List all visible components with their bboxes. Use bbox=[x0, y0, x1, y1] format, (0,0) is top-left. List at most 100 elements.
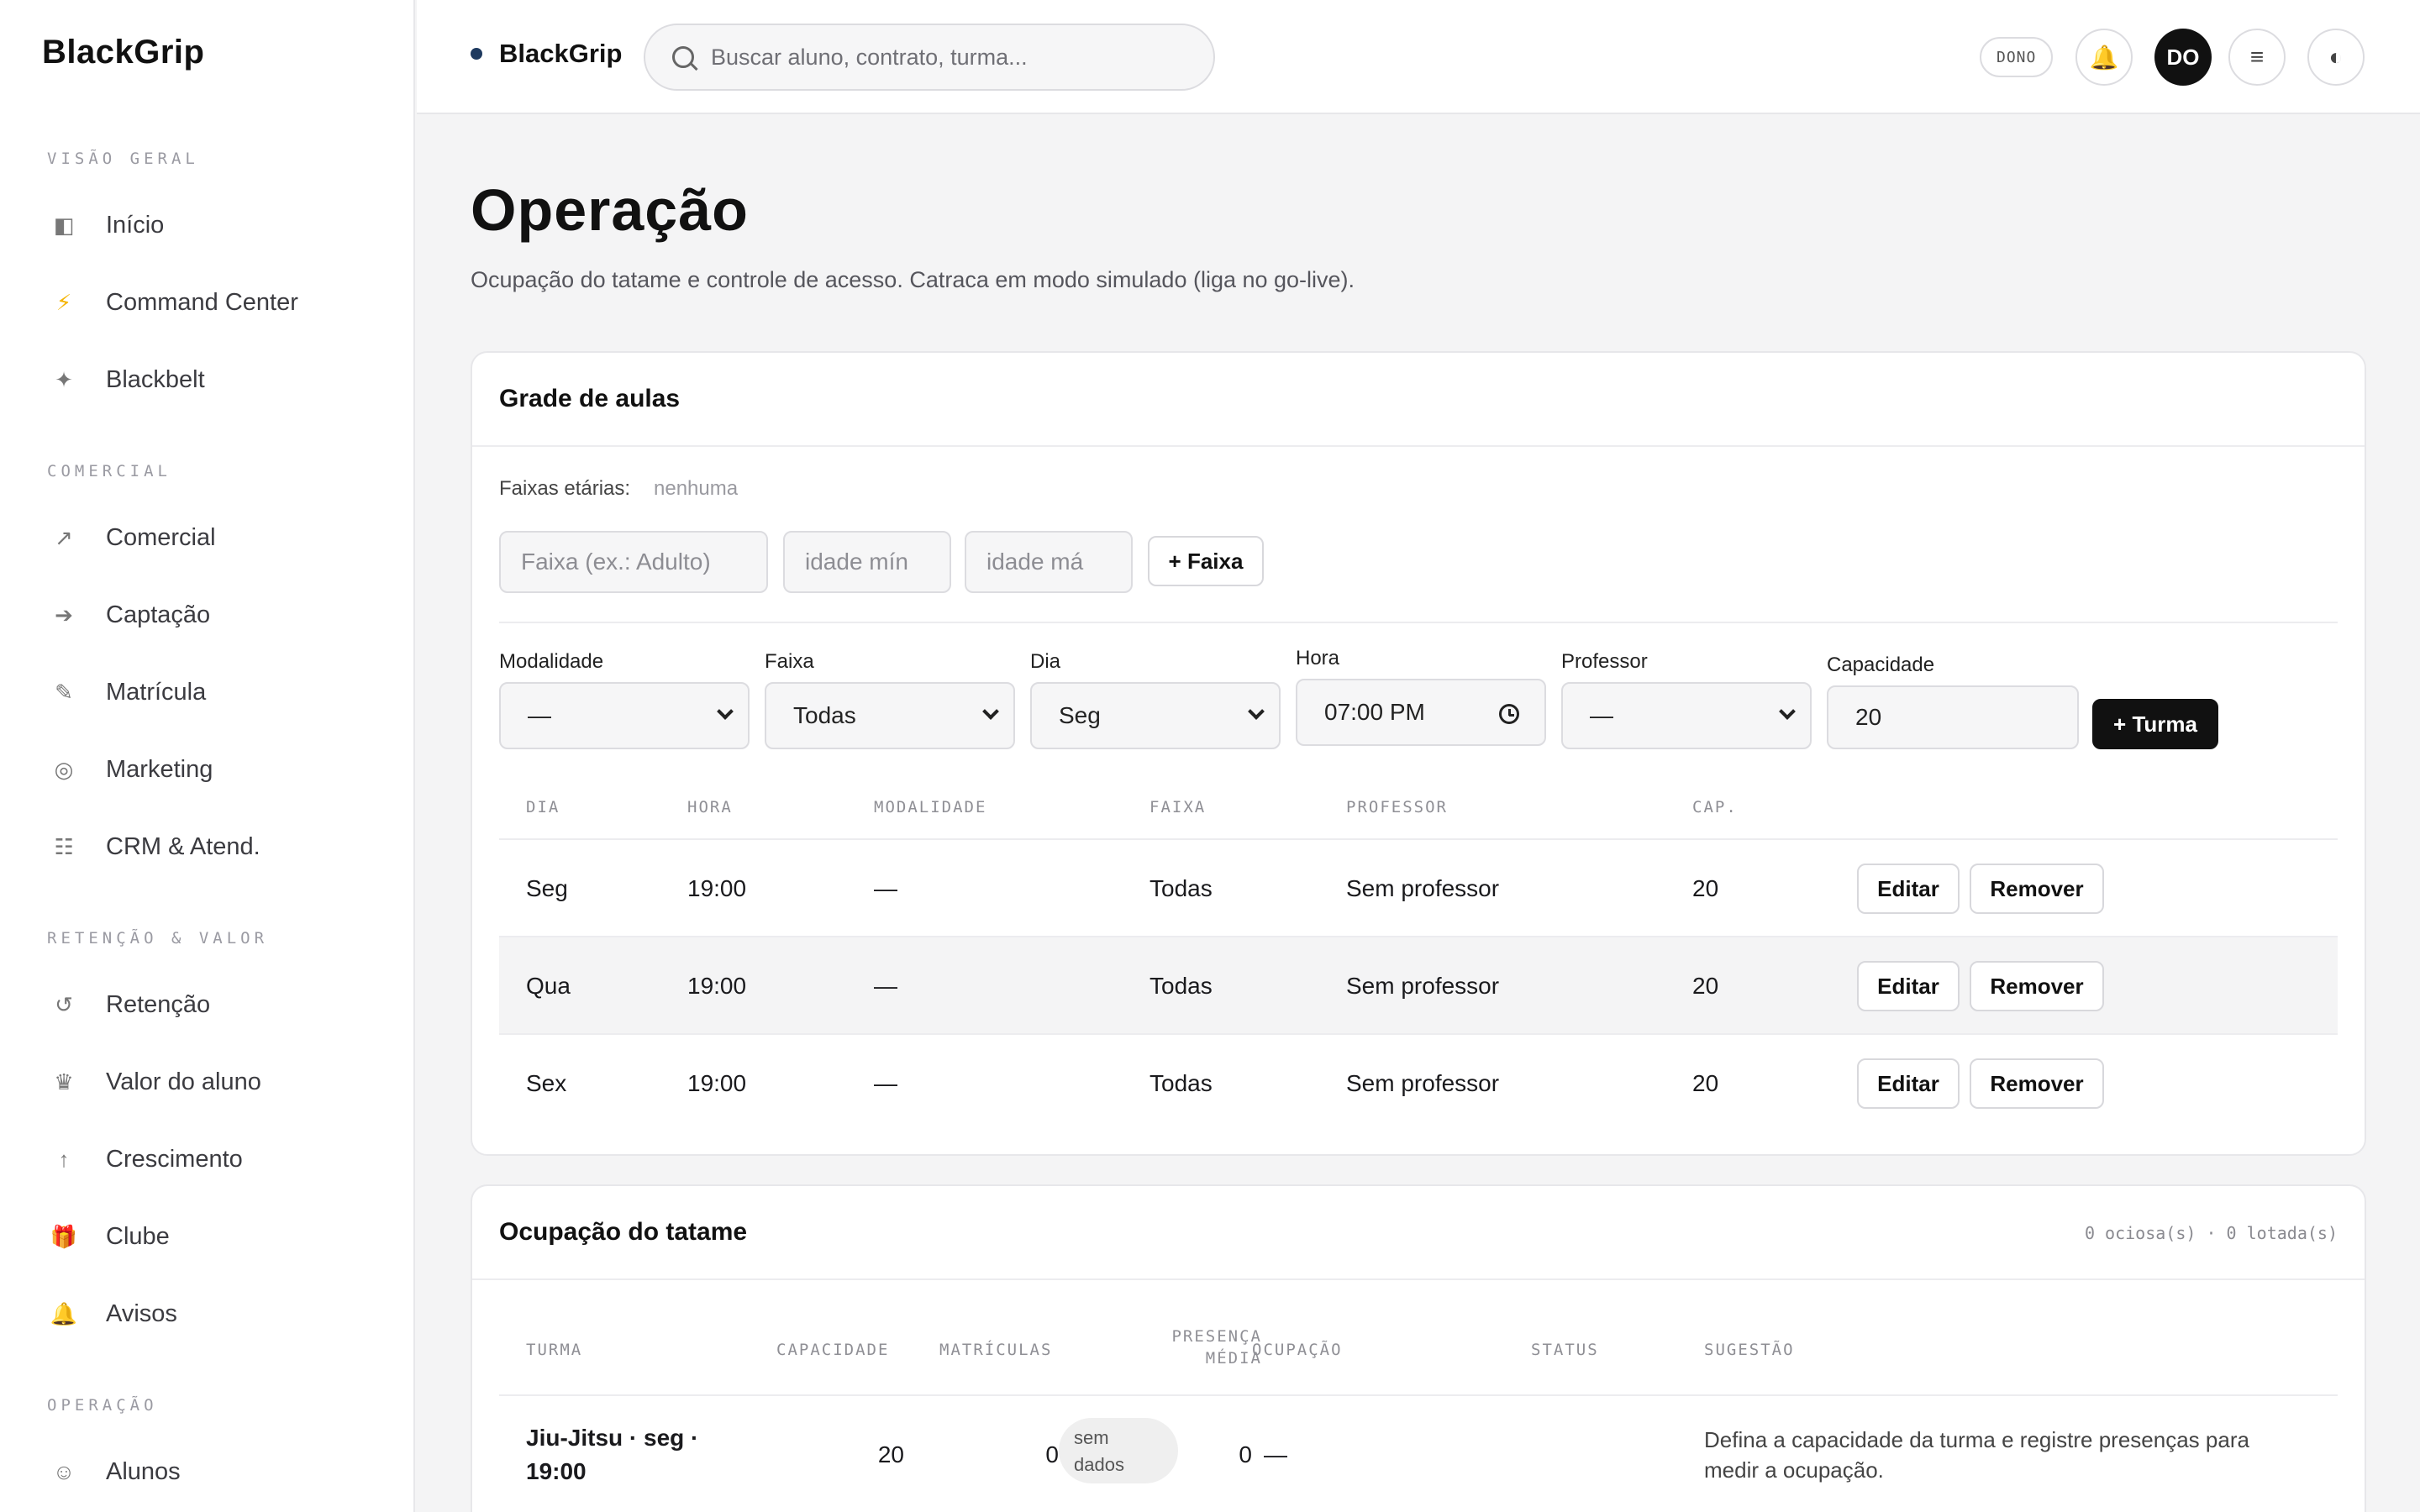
pencil-icon: ✎ bbox=[55, 679, 73, 705]
section-label-visao-geral: VISÃO GERAL bbox=[47, 150, 199, 168]
sidebar-item-inicio[interactable]: ◧ Início bbox=[47, 200, 400, 250]
cell-professor: Sem professor bbox=[1346, 875, 1500, 901]
sidebar-item-label: Início bbox=[106, 211, 165, 239]
modalidade-value: — bbox=[528, 702, 551, 728]
cell-hora: 19:00 bbox=[687, 875, 747, 901]
column-header-matriculas: MATRÍCULAS bbox=[939, 1341, 1053, 1359]
dia-value: Seg bbox=[1059, 702, 1101, 728]
hora-input[interactable]: 07:00 PM bbox=[1296, 679, 1546, 746]
dashboard-icon: ◧ bbox=[53, 212, 75, 238]
table-row: Qua 19:00 — Todas Sem professor 20 Edita… bbox=[499, 936, 2338, 1033]
faixa-name-input[interactable] bbox=[499, 531, 768, 593]
modalidade-select[interactable]: — bbox=[499, 682, 750, 749]
remove-button[interactable]: Remover bbox=[1970, 864, 2104, 914]
sidebar-item-valor-do-aluno[interactable]: ♛ Valor do aluno bbox=[47, 1057, 400, 1107]
column-header-dia: DIA bbox=[526, 798, 560, 816]
sidebar-item-command-center[interactable]: ⚡ Command Center bbox=[47, 277, 400, 328]
clock-icon[interactable] bbox=[1499, 704, 1519, 724]
cell-hora: 19:00 bbox=[687, 1070, 747, 1096]
column-header-presenca-line: MÉDIA bbox=[1205, 1349, 1262, 1368]
sidebar-item-label: Crescimento bbox=[106, 1145, 243, 1173]
sidebar-item-label: Command Center bbox=[106, 288, 298, 316]
section-label-operacao: OPERAÇÃO bbox=[47, 1396, 158, 1415]
chevron-down-icon bbox=[1779, 703, 1796, 720]
table-row: Jiu-Jitsu · seg · 19:00 20 0 0 — Defina a… bbox=[499, 1394, 2338, 1512]
status-badge-line: dados bbox=[1074, 1454, 1124, 1475]
cell-sugestao-line: medir a ocupação. bbox=[1704, 1457, 1884, 1483]
sidebar-item-comercial[interactable]: ↗ Comercial bbox=[47, 512, 400, 563]
gift-icon: 🎁 bbox=[50, 1223, 78, 1249]
column-header-presenca-line: PRESENÇA bbox=[1171, 1327, 1262, 1346]
remove-button[interactable]: Remover bbox=[1970, 961, 2104, 1011]
search-input[interactable] bbox=[711, 44, 1181, 71]
edit-button[interactable]: Editar bbox=[1857, 961, 1960, 1011]
dia-select[interactable]: Seg bbox=[1030, 682, 1281, 749]
menu-button[interactable]: ≡ bbox=[2228, 29, 2286, 86]
sidebar-item-retencao[interactable]: ↺ Retenção bbox=[47, 979, 400, 1030]
smile-icon: ☺ bbox=[52, 1458, 76, 1484]
remove-button[interactable]: Remover bbox=[1970, 1058, 2104, 1109]
sidebar-item-crm[interactable]: ☷ CRM & Atend. bbox=[47, 822, 400, 872]
avatar[interactable]: DO bbox=[2154, 29, 2212, 86]
sidebar-brand[interactable]: BlackGrip bbox=[42, 34, 204, 71]
search-box[interactable] bbox=[644, 24, 1215, 91]
edit-button[interactable]: Editar bbox=[1857, 1058, 1960, 1109]
sidebar-item-label: CRM & Atend. bbox=[106, 832, 260, 860]
sidebar-item-captacao[interactable]: ➔ Captação bbox=[47, 590, 400, 640]
sidebar-item-clube[interactable]: 🎁 Clube bbox=[47, 1211, 400, 1262]
column-header-faixa: FAIXA bbox=[1150, 798, 1207, 816]
faixa-select[interactable]: Todas bbox=[765, 682, 1015, 749]
cell-dia: Sex bbox=[526, 1070, 567, 1096]
sidebar-item-alunos[interactable]: ☺ Alunos bbox=[47, 1446, 400, 1497]
add-turma-button[interactable]: + Turma bbox=[2092, 699, 2218, 749]
search-icon bbox=[672, 46, 694, 68]
cell-sugestao-line: Defina a capacidade da turma e registre … bbox=[1704, 1427, 2249, 1452]
divider bbox=[499, 622, 2338, 623]
idade-min-input[interactable] bbox=[783, 531, 951, 593]
column-header-cap: CAP. bbox=[1692, 798, 1738, 816]
trend-icon: ↗ bbox=[55, 524, 73, 550]
cell-faixa: Todas bbox=[1150, 1070, 1213, 1096]
card-title: Grade de aulas bbox=[472, 353, 2365, 447]
refresh-icon: ↺ bbox=[55, 991, 73, 1017]
cell-dia: Seg bbox=[526, 875, 568, 901]
faixa-value: Todas bbox=[793, 702, 856, 728]
sidebar-item-label: Matrícula bbox=[106, 678, 207, 706]
idade-max-input[interactable] bbox=[965, 531, 1133, 593]
column-header-presenca: PRESENÇA MÉDIA bbox=[1153, 1327, 1262, 1368]
notifications-button[interactable]: 🔔 bbox=[2075, 29, 2133, 86]
add-faixa-button[interactable]: + Faixa bbox=[1148, 536, 1264, 586]
page-subtitle: Ocupação do tatame e controle de acesso.… bbox=[471, 267, 1355, 292]
sidebar-item-marketing[interactable]: ◎ Marketing bbox=[47, 744, 400, 795]
edit-button[interactable]: Editar bbox=[1857, 864, 1960, 914]
card-title: Ocupação do tatame bbox=[499, 1218, 748, 1246]
cell-faixa: Todas bbox=[1150, 973, 1213, 999]
column-header-modalidade: MODALIDADE bbox=[874, 798, 987, 816]
sidebar-item-blackbelt[interactable]: ✦ Blackbelt bbox=[47, 354, 400, 405]
bolt-icon: ⚡ bbox=[55, 289, 72, 315]
chevron-down-icon bbox=[1248, 703, 1265, 720]
bell-icon: 🔔 bbox=[2089, 44, 2119, 71]
grade-de-aulas-card: Grade de aulas Faixas etárias: nenhuma +… bbox=[471, 351, 2366, 1156]
chevron-down-icon bbox=[982, 703, 999, 720]
menu-icon: ≡ bbox=[2249, 44, 2265, 70]
cell-professor: Sem professor bbox=[1346, 973, 1500, 999]
professor-value: — bbox=[1590, 702, 1613, 728]
modalidade-label: Modalidade bbox=[499, 650, 604, 673]
sidebar-item-avisos[interactable]: 🔔 Avisos bbox=[47, 1289, 400, 1339]
column-header-sugestao: SUGESTÃO bbox=[1704, 1341, 1795, 1359]
capacidade-label: Capacidade bbox=[1827, 654, 1935, 676]
table-row: Sex 19:00 — Todas Sem professor 20 Edita… bbox=[499, 1033, 2338, 1131]
capacidade-input[interactable]: 20 bbox=[1827, 685, 2079, 749]
professor-select[interactable]: — bbox=[1561, 682, 1812, 749]
table-row: Seg 19:00 — Todas Sem professor 20 Edita… bbox=[499, 838, 2338, 936]
sidebar-item-label: Comercial bbox=[106, 523, 216, 551]
sidebar-item-crescimento[interactable]: ↑ Crescimento bbox=[47, 1134, 400, 1184]
sidebar-item-matricula[interactable]: ✎ Matrícula bbox=[47, 667, 400, 717]
cell-matriculas: 0 bbox=[1045, 1441, 1059, 1467]
occupancy-summary: 0 ociosa(s) · 0 lotada(s) bbox=[2084, 1223, 2338, 1243]
topbar-brand[interactable]: BlackGrip bbox=[471, 39, 622, 69]
cell-professor: Sem professor bbox=[1346, 1070, 1500, 1096]
theme-toggle-button[interactable]: ◐ bbox=[2307, 29, 2365, 86]
cell-cap: 20 bbox=[1692, 1070, 1719, 1096]
